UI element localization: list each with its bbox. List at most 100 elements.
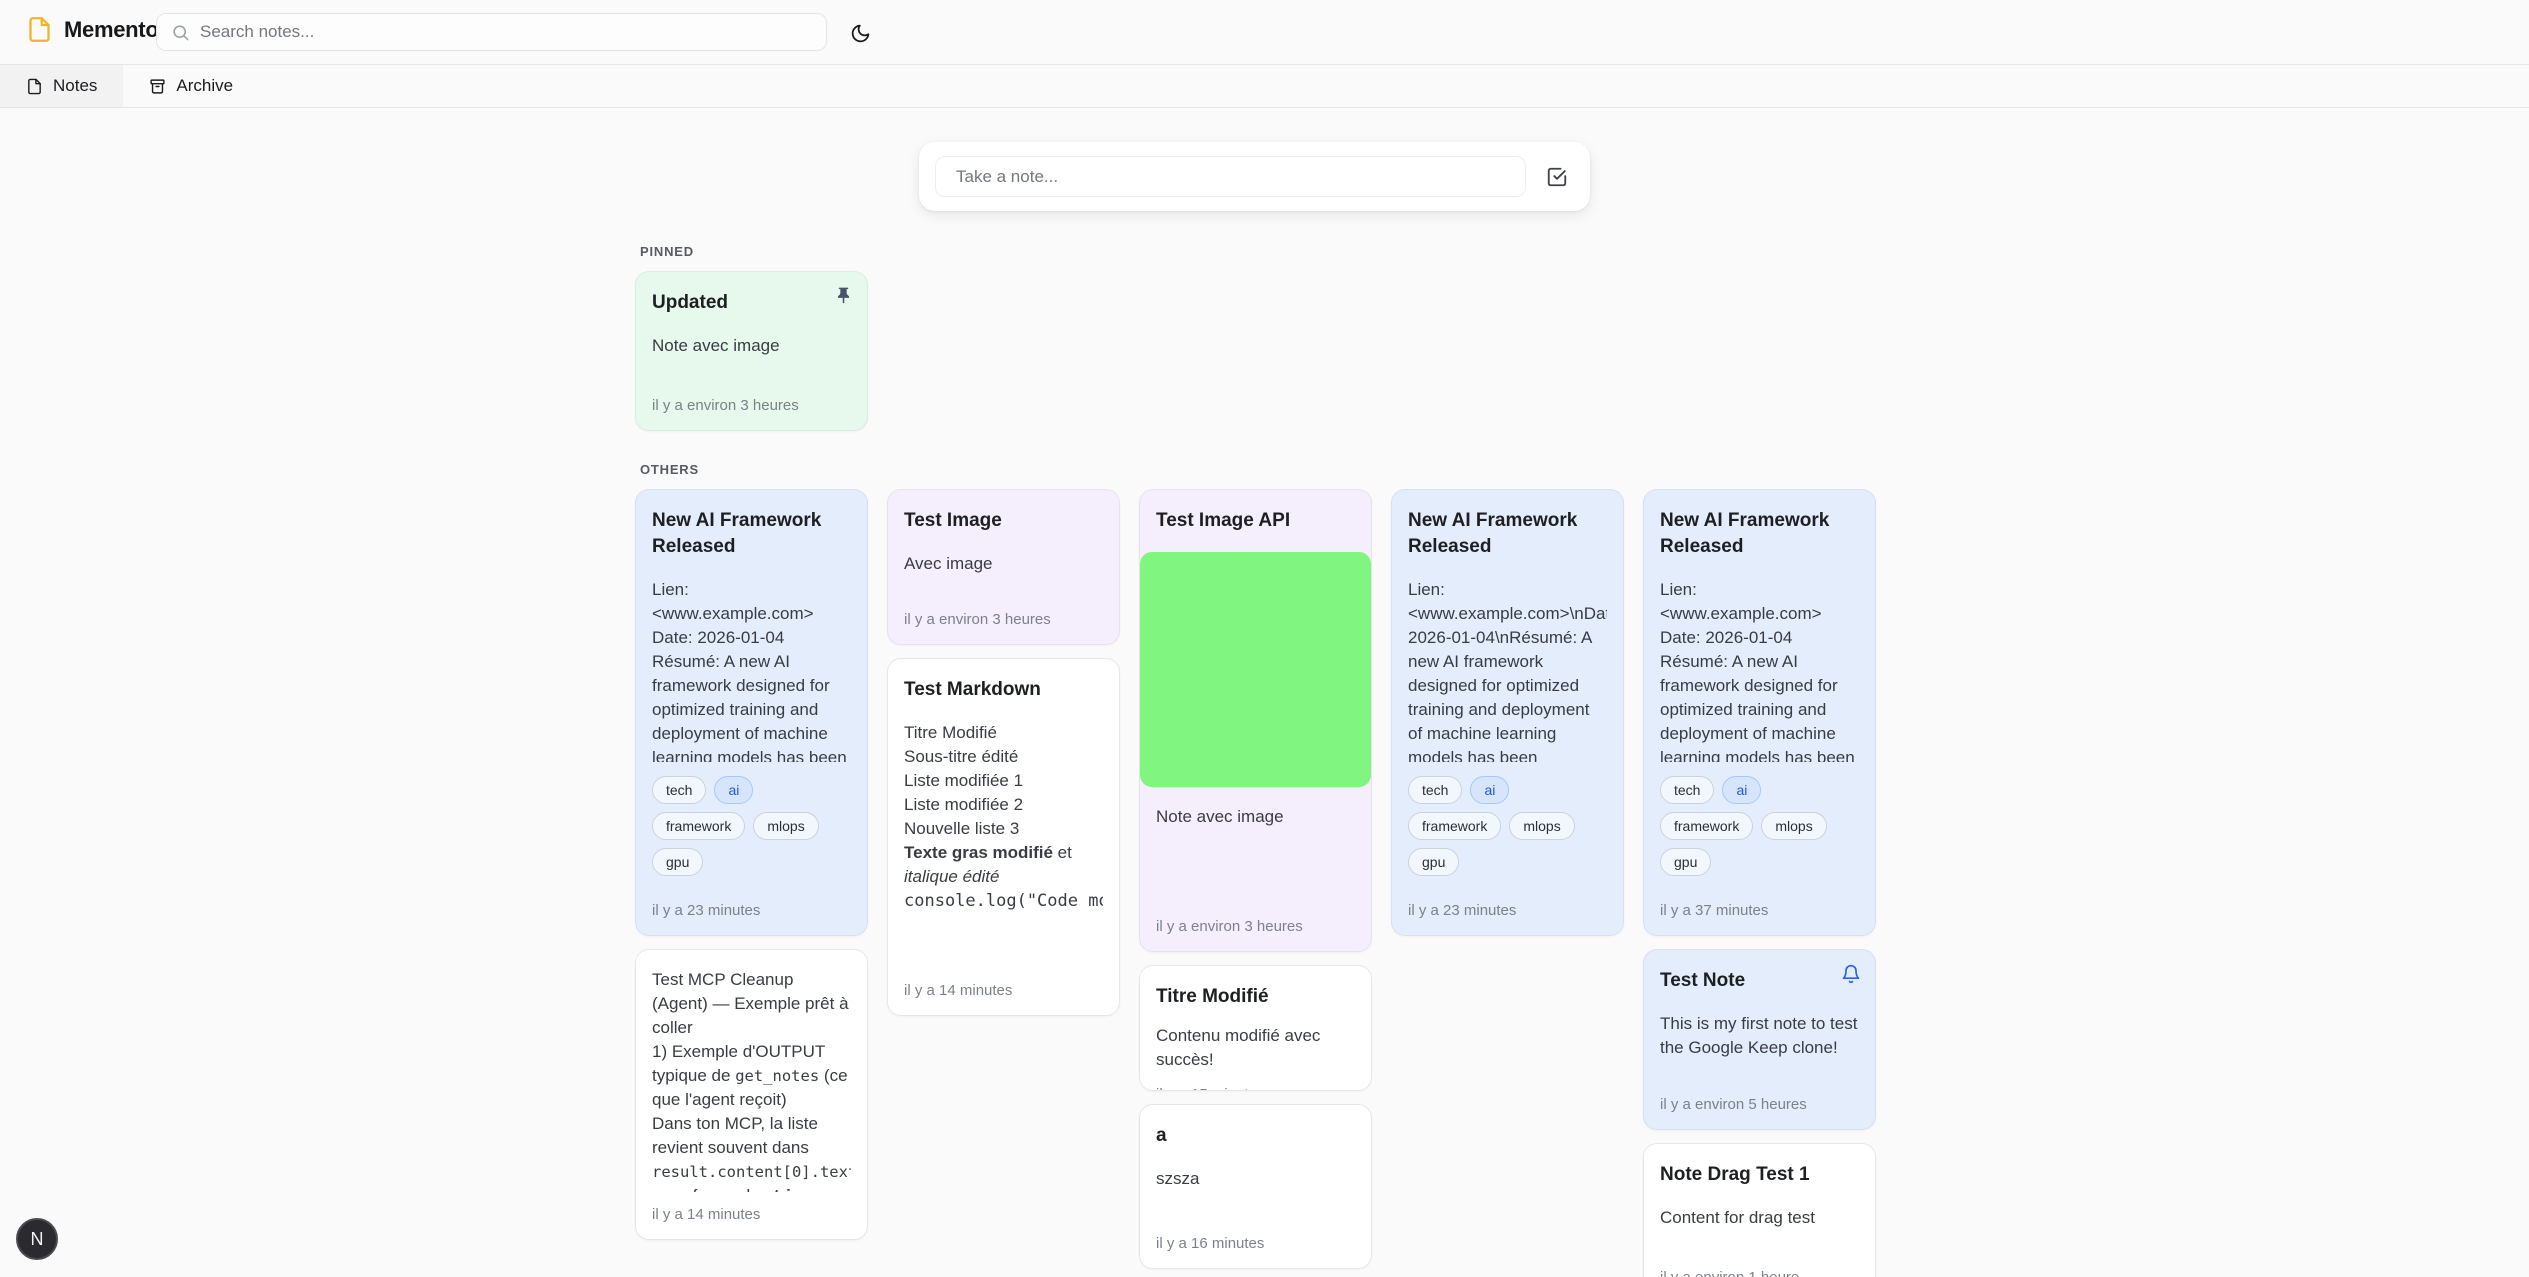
note-title: Updated bbox=[652, 290, 851, 316]
note-body-line: Sous-titre édité bbox=[904, 745, 1103, 769]
note-timestamp: il y a 14 minutes bbox=[652, 1192, 851, 1223]
notes-grid: New AI Framework Released Lien: <www.exa… bbox=[635, 489, 1876, 1277]
note-timestamp: il y a environ 1 heure bbox=[1660, 1255, 1859, 1277]
note-card-test-image-api[interactable]: Test Image API Note avec image il y a en… bbox=[1139, 489, 1372, 952]
logo-file-icon bbox=[26, 16, 53, 43]
note-card-titre-modifie[interactable]: Titre Modifié Contenu modifié avec succè… bbox=[1139, 965, 1372, 1091]
note-body: Note avec image bbox=[1156, 805, 1355, 829]
note-title: Test Note bbox=[1660, 968, 1859, 994]
bell-icon[interactable] bbox=[1841, 964, 1861, 984]
grid-column-3: Test Image API Note avec image il y a en… bbox=[1139, 489, 1372, 1277]
note-body-line: Nouvelle liste 3 bbox=[904, 817, 1103, 841]
grid-column-2: Test Image Avec image il y a environ 3 h… bbox=[887, 489, 1120, 1277]
note-card-test-image[interactable]: Test Image Avec image il y a environ 3 h… bbox=[887, 489, 1120, 645]
note-card-ai-framework-1[interactable]: New AI Framework Released Lien: <www.exa… bbox=[635, 489, 868, 936]
note-card-ai-framework-2[interactable]: New AI Framework Released Lien: <www.exa… bbox=[1391, 489, 1624, 936]
tag-gpu[interactable]: gpu bbox=[1660, 848, 1711, 876]
grid-column-1: New AI Framework Released Lien: <www.exa… bbox=[635, 489, 868, 1277]
note-body-line: Titre Modifié bbox=[904, 721, 1103, 745]
inline-code: get_notes bbox=[735, 1067, 819, 1085]
tab-notes-label: Notes bbox=[53, 76, 97, 96]
note-image-green bbox=[1140, 552, 1371, 787]
note-body-line: Test MCP Cleanup (Agent) — Exemple prêt … bbox=[652, 968, 851, 1040]
tag-list: tech ai framework mlops gpu bbox=[652, 776, 851, 876]
note-title: New AI Framework Released bbox=[1660, 508, 1859, 560]
others-section-label: OTHERS bbox=[640, 462, 699, 477]
tag-mlops[interactable]: mlops bbox=[1761, 812, 1826, 840]
grid-column-5: New AI Framework Released Lien: <www.exa… bbox=[1643, 489, 1876, 1277]
tag-mlops[interactable]: mlops bbox=[753, 812, 818, 840]
note-composer bbox=[919, 142, 1590, 211]
top-bar: Memento bbox=[0, 0, 2529, 64]
note-card-mcp-cleanup[interactable]: Test MCP Cleanup (Agent) — Exemple prêt … bbox=[635, 949, 868, 1240]
note-body: Content for drag test bbox=[1660, 1206, 1859, 1230]
note-card-ai-framework-3[interactable]: New AI Framework Released Lien: <www.exa… bbox=[1643, 489, 1876, 936]
tab-archive-label: Archive bbox=[176, 76, 233, 96]
note-card-a[interactable]: a szsza il y a 16 minutes bbox=[1139, 1104, 1372, 1269]
search-bar[interactable] bbox=[156, 13, 827, 51]
tag-ai[interactable]: ai bbox=[1722, 776, 1761, 804]
file-icon bbox=[26, 78, 43, 95]
note-title: Test Image bbox=[904, 508, 1103, 534]
moon-icon bbox=[850, 23, 871, 44]
note-timestamp: il y a 16 minutes bbox=[1156, 1221, 1355, 1252]
user-avatar[interactable]: N bbox=[16, 1218, 58, 1260]
note-body-code-line: console.log("Code modifié a bbox=[904, 889, 1103, 913]
tag-tech[interactable]: tech bbox=[1408, 776, 1462, 804]
new-checklist-button[interactable] bbox=[1540, 160, 1574, 194]
tag-framework[interactable]: framework bbox=[652, 812, 745, 840]
note-title: Titre Modifié bbox=[1156, 984, 1355, 1010]
note-timestamp: il y a 15 minutes bbox=[1156, 1072, 1355, 1091]
theme-toggle-button[interactable] bbox=[845, 18, 875, 48]
tab-notes[interactable]: Notes bbox=[0, 65, 123, 107]
tag-mlops[interactable]: mlops bbox=[1509, 812, 1574, 840]
note-title: Test Markdown bbox=[904, 677, 1103, 703]
note-timestamp: il y a 23 minutes bbox=[652, 888, 851, 919]
note-timestamp: il y a 23 minutes bbox=[1408, 888, 1607, 919]
note-timestamp: il y a 37 minutes bbox=[1660, 888, 1859, 919]
note-body-line: Liste modifiée 1 bbox=[904, 769, 1103, 793]
tab-archive[interactable]: Archive bbox=[123, 65, 259, 107]
tag-ai[interactable]: ai bbox=[1470, 776, 1509, 804]
note-timestamp: il y a environ 3 heures bbox=[904, 597, 1103, 628]
tag-framework[interactable]: framework bbox=[1408, 812, 1501, 840]
note-timestamp: il y a environ 5 heures bbox=[1660, 1082, 1859, 1113]
note-body: szsza bbox=[1156, 1167, 1355, 1191]
note-title: New AI Framework Released bbox=[1408, 508, 1607, 560]
note-card-test-note[interactable]: Test Note This is my first note to test … bbox=[1643, 949, 1876, 1130]
note-body: Lien: <www.example.com>\nDate: 2026-01-0… bbox=[1408, 578, 1607, 762]
search-input[interactable] bbox=[200, 22, 812, 42]
tag-framework[interactable]: framework bbox=[1660, 812, 1753, 840]
note-body: Lien: <www.example.com> Date: 2026-01-04… bbox=[652, 578, 851, 762]
pin-icon[interactable] bbox=[834, 286, 853, 305]
take-a-note-input[interactable] bbox=[935, 156, 1526, 197]
tab-bar: Notes Archive bbox=[0, 64, 2529, 108]
note-body-line: Dans ton MCP, la liste revient souvent d… bbox=[652, 1112, 851, 1192]
memento-app: Memento Notes bbox=[0, 0, 2529, 1277]
pinned-section-label: PINNED bbox=[640, 244, 694, 259]
tag-tech[interactable]: tech bbox=[1660, 776, 1714, 804]
note-card-drag-test[interactable]: Note Drag Test 1 Content for drag test i… bbox=[1643, 1143, 1876, 1277]
inline-code: result.content[0].text bbox=[652, 1163, 851, 1181]
note-body-line: Liste modifiée 2 bbox=[904, 793, 1103, 817]
check-square-icon bbox=[1546, 166, 1568, 188]
note-timestamp: il y a 14 minutes bbox=[904, 968, 1103, 999]
tag-gpu[interactable]: gpu bbox=[1408, 848, 1459, 876]
tag-tech[interactable]: tech bbox=[652, 776, 706, 804]
tag-ai[interactable]: ai bbox=[714, 776, 753, 804]
note-body: Lien: <www.example.com> Date: 2026-01-04… bbox=[1660, 578, 1859, 762]
note-body: Contenu modifié avec succès! bbox=[1156, 1024, 1355, 1072]
search-icon bbox=[171, 23, 190, 42]
note-body-line: Texte gras modifié et italique édité bbox=[904, 841, 1103, 889]
tag-gpu[interactable]: gpu bbox=[652, 848, 703, 876]
note-card-updated[interactable]: Updated Note avec image il y a environ 3… bbox=[635, 271, 868, 431]
note-card-test-markdown[interactable]: Test Markdown Titre Modifié Sous-titre é… bbox=[887, 658, 1120, 1016]
note-body: Avec image bbox=[904, 552, 1103, 576]
note-timestamp: il y a environ 3 heures bbox=[1156, 904, 1355, 935]
note-body-line: 1) Exemple d'OUTPUT typique de get_notes… bbox=[652, 1040, 851, 1112]
note-body: This is my first note to test the Google… bbox=[1660, 1012, 1859, 1060]
app-title: Memento bbox=[64, 17, 158, 43]
note-title: New AI Framework Released bbox=[652, 508, 851, 560]
note-body: Note avec image bbox=[652, 334, 851, 358]
app-brand: Memento bbox=[26, 16, 158, 43]
